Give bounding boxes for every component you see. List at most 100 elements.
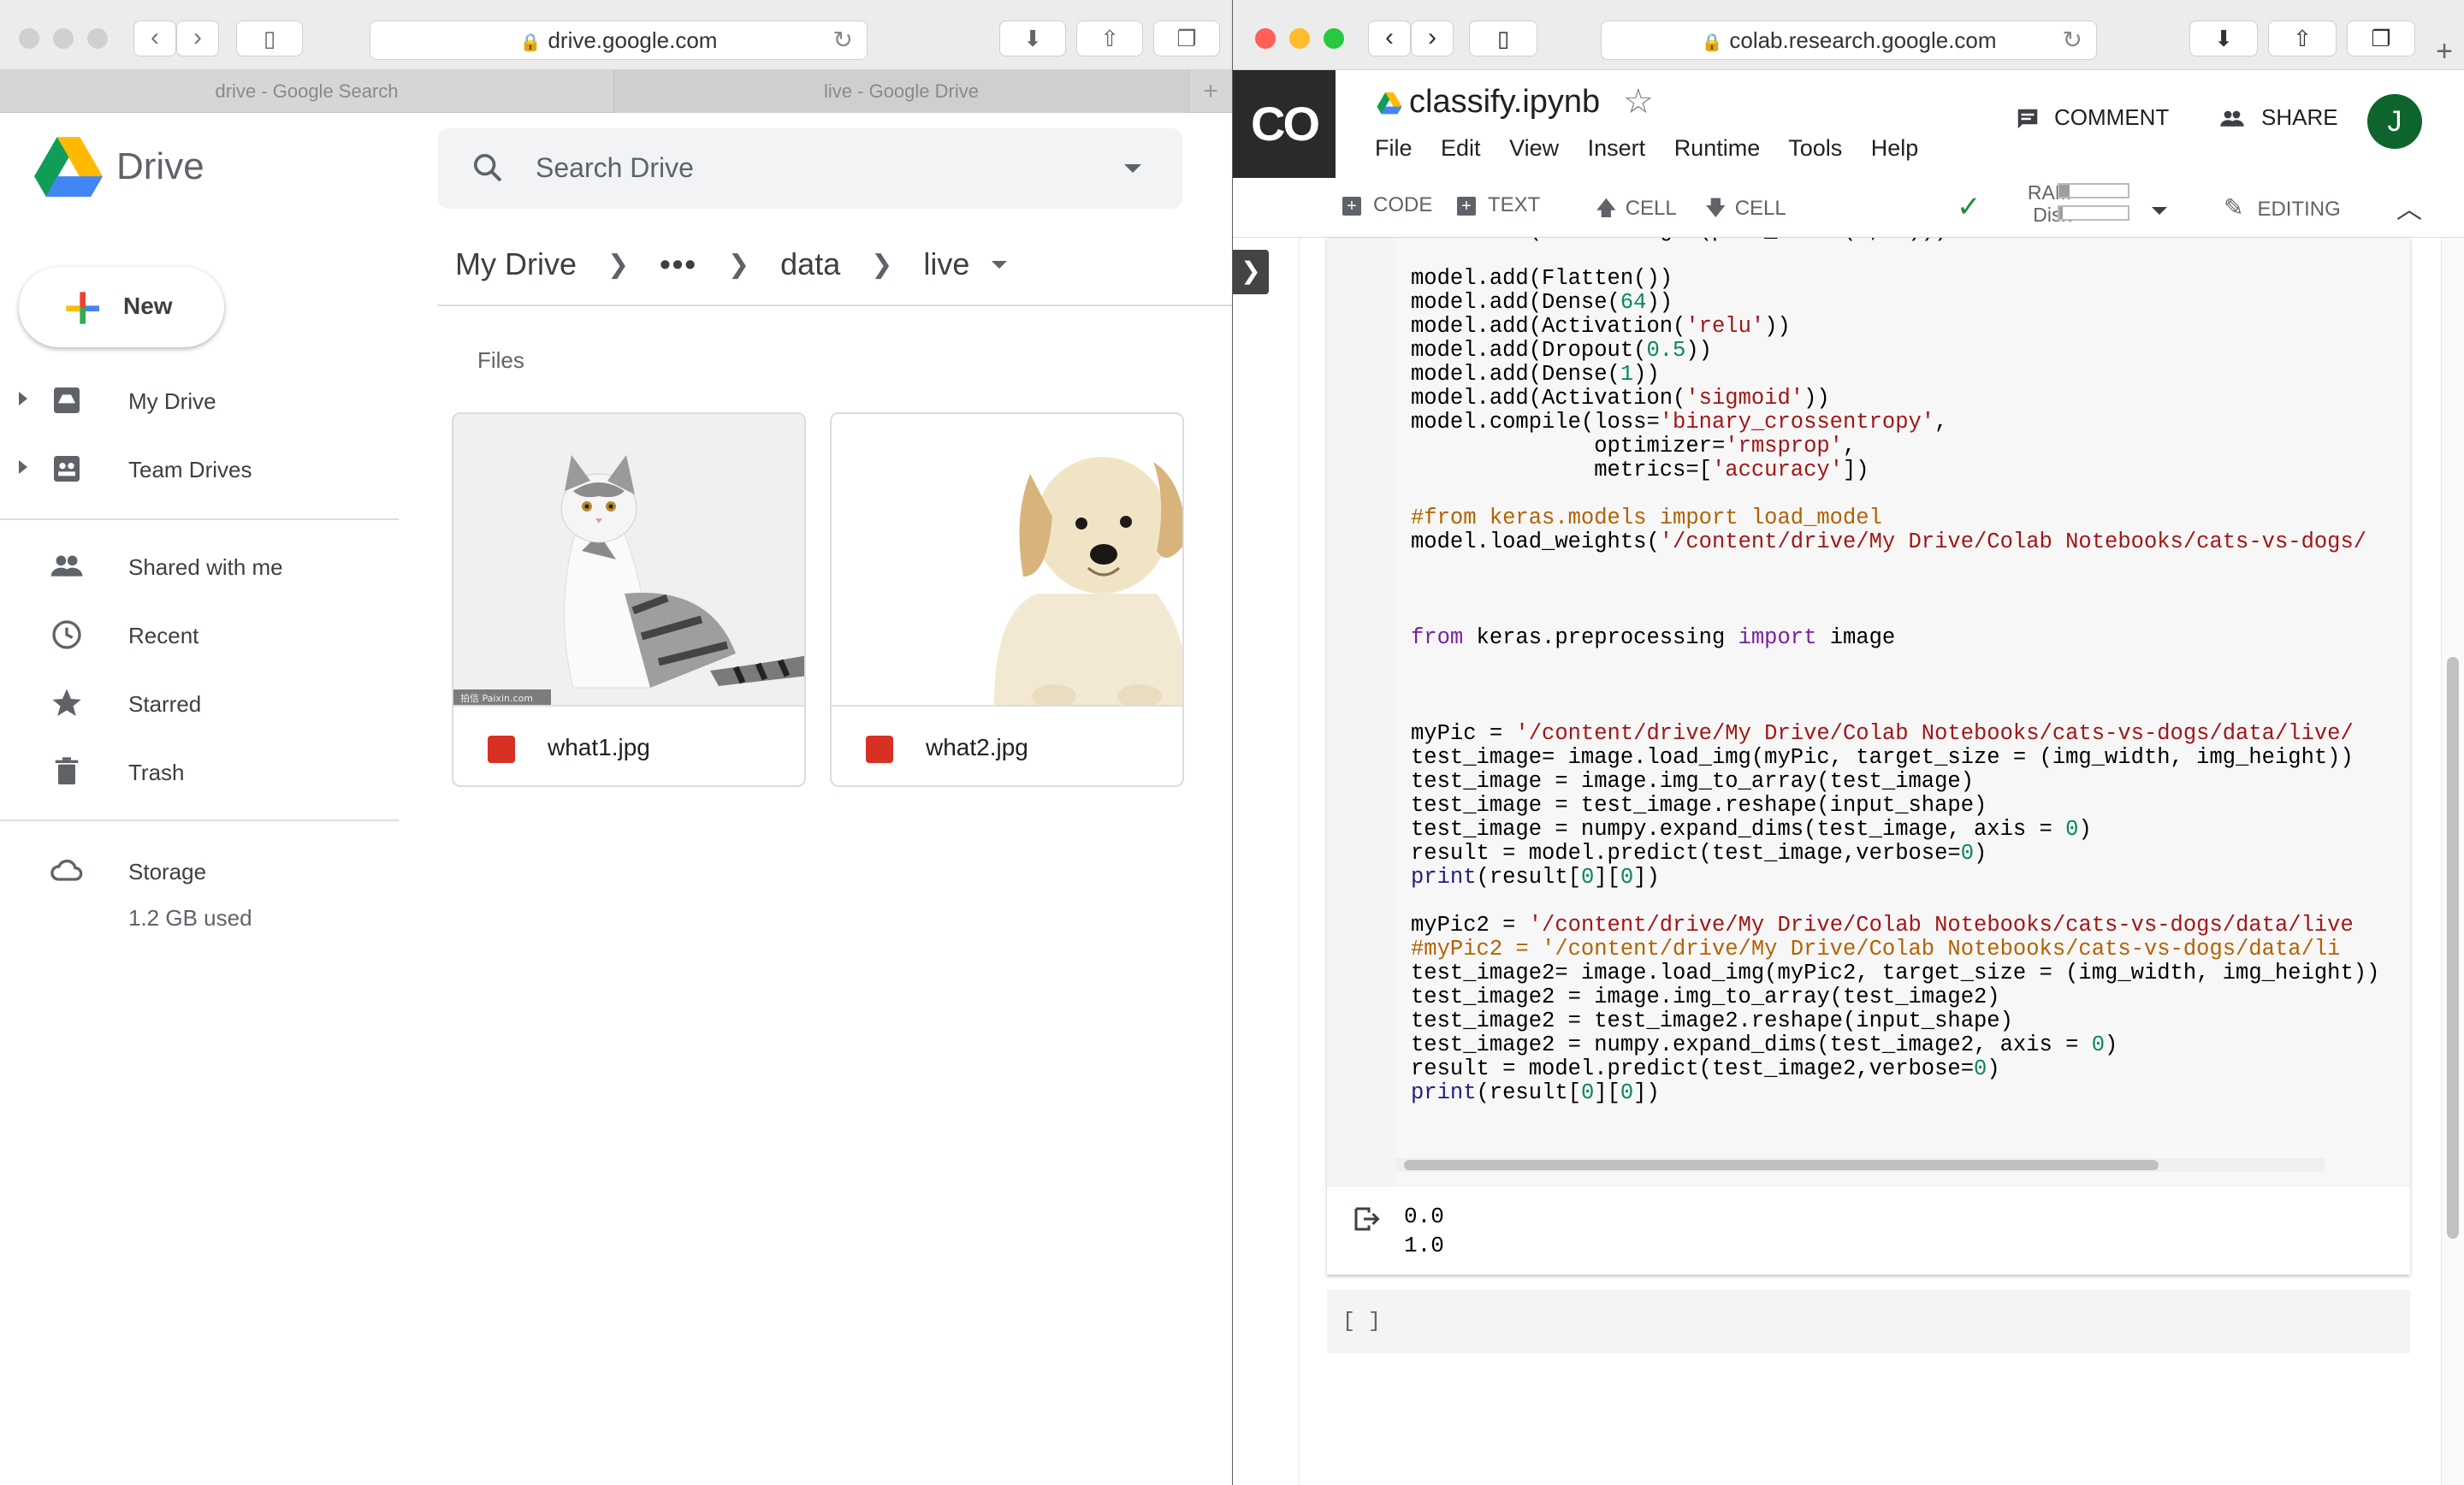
breadcrumb-more[interactable]: ••• [660, 246, 697, 282]
tabs-icon: ❐ [2371, 26, 2391, 51]
sidebar-item-my-drive[interactable]: My Drive [0, 366, 402, 435]
trash-icon [55, 757, 79, 784]
sidebar-item-shared-with-me[interactable]: Shared with me [0, 532, 402, 601]
tabs-icon: ❐ [1176, 26, 1197, 51]
scrollbar-thumb[interactable] [2447, 657, 2459, 1239]
move-cell-down-button[interactable]: 🡇 CELL [1705, 193, 1786, 228]
zoom-window-button[interactable] [1324, 28, 1344, 49]
notebook-title[interactable]: classify.ipynb [1377, 84, 1600, 121]
address-bar[interactable]: 🔒 drive.google.com ↻ [370, 21, 868, 60]
breadcrumb-data[interactable]: data [780, 246, 840, 282]
menu-runtime[interactable]: Runtime [1674, 135, 1761, 161]
search-options-icon[interactable] [1124, 164, 1141, 173]
breadcrumb-live[interactable]: live [923, 246, 969, 282]
reload-icon[interactable]: ↻ [833, 21, 853, 59]
menu-view[interactable]: View [1509, 135, 1559, 161]
expand-sidebar-button[interactable]: ❯ [1233, 250, 1269, 294]
sidebar-item-team-drives[interactable]: Team Drives [0, 435, 402, 503]
menu-tools[interactable]: Tools [1788, 135, 1842, 161]
menu-help[interactable]: Help [1871, 135, 1919, 161]
sidebar-item-storage[interactable]: Storage [0, 837, 402, 905]
cell-output: 0.0 1.0 [1327, 1186, 2410, 1275]
tabs-overview-button[interactable]: ❐ [1153, 21, 1220, 56]
vertical-scrollbar[interactable] [2441, 238, 2464, 1485]
close-window-button[interactable] [1255, 28, 1276, 49]
tab-live-drive[interactable]: live - Google Drive [614, 70, 1189, 113]
downloads-button[interactable]: ⬇ [2189, 21, 2258, 56]
file-card-what1[interactable]: 拍信 Paixin.com what1.jpg [452, 412, 806, 787]
breadcrumb: My Drive ❯ ••• ❯ data ❯ live [455, 245, 1008, 282]
new-tab-button[interactable]: + [2427, 34, 2461, 70]
sidebar-toggle-button[interactable]: ▯ [236, 21, 303, 56]
chevron-up-icon: ︿ [2396, 196, 2422, 224]
folder-menu-icon[interactable] [992, 260, 1008, 269]
move-down-label: CELL [1734, 197, 1786, 220]
new-tab-button[interactable]: + [1189, 70, 1232, 113]
horizontal-scrollbar[interactable] [1395, 1158, 2325, 1172]
sidebar-item-starred[interactable]: Starred [0, 669, 402, 737]
close-window-button[interactable] [19, 28, 39, 49]
sidebar-item-recent[interactable]: Recent [0, 601, 402, 669]
tabs-overview-button[interactable]: ❐ [2347, 21, 2415, 56]
share-label: SHARE [2261, 104, 2338, 130]
scrollbar-thumb[interactable] [1404, 1160, 2159, 1170]
expand-caret-icon[interactable] [19, 460, 27, 474]
code-content[interactable]: model.add(MaxPooling2D(pool_size=(2, 2))… [1411, 238, 2379, 1105]
editing-mode-button[interactable]: ✎ EDITING [2224, 193, 2341, 222]
star-icon[interactable]: ☆ [1623, 82, 1654, 121]
breadcrumb-my-drive[interactable]: My Drive [455, 246, 577, 282]
file-footer: what2.jpg [832, 705, 1182, 785]
add-text-cell-button[interactable]: + TEXT [1457, 193, 1540, 217]
output-line: 1.0 [1404, 1233, 1444, 1258]
sidebar-item-trash[interactable]: Trash [0, 737, 402, 806]
new-button-label: New [123, 293, 173, 319]
forward-button[interactable]: › [1411, 21, 1454, 56]
menu-insert[interactable]: Insert [1588, 135, 1646, 161]
code-editor[interactable]: model.add(MaxPooling2D(pool_size=(2, 2))… [1395, 238, 2410, 1186]
menu-file[interactable]: File [1375, 135, 1413, 161]
address-bar[interactable]: 🔒 colab.research.google.com ↻ [1601, 21, 2097, 60]
search-drive-bar[interactable]: Search Drive [438, 128, 1182, 209]
zoom-window-button[interactable] [87, 28, 108, 49]
resources-dropdown-button[interactable] [2152, 197, 2167, 221]
move-cell-up-button[interactable]: 🡅 CELL [1596, 193, 1677, 228]
search-input[interactable]: Search Drive [536, 152, 694, 184]
sidebar-toggle-button[interactable]: ▯ [1469, 21, 1537, 56]
cloud-icon [50, 859, 83, 881]
people-icon [2220, 110, 2244, 127]
cell-gutter [1327, 238, 1395, 1186]
share-icon: ⇧ [1100, 26, 1119, 51]
minimize-window-button[interactable] [1289, 28, 1310, 49]
url-text: drive.google.com [548, 27, 718, 53]
minimize-window-button[interactable] [53, 28, 74, 49]
new-button[interactable]: New [19, 267, 224, 347]
output-line: 0.0 [1404, 1204, 1444, 1229]
forward-button[interactable]: › [176, 21, 219, 56]
file-card-what2[interactable]: what2.jpg [830, 412, 1184, 787]
menu-edit[interactable]: Edit [1441, 135, 1481, 161]
share-page-button[interactable]: ⇧ [1076, 21, 1143, 56]
downloads-button[interactable]: ⬇ [999, 21, 1066, 56]
colab-logo[interactable]: CO [1233, 70, 1336, 178]
tab-drive-search[interactable]: drive - Google Search [0, 70, 614, 113]
collapse-header-button[interactable]: ︿ [2396, 188, 2422, 226]
add-code-cell-button[interactable]: + CODE [1342, 193, 1432, 217]
plus-icon: + [1342, 196, 1361, 216]
reload-icon[interactable]: ↻ [2063, 21, 2082, 59]
code-cell[interactable]: model.add(MaxPooling2D(pool_size=(2, 2))… [1327, 238, 2410, 1275]
share-button[interactable]: SHARE [2215, 104, 2338, 132]
sidebar-item-label: Recent [128, 623, 199, 648]
output-redirect-icon[interactable] [1351, 1204, 1382, 1234]
share-page-button[interactable]: ⇧ [2268, 21, 2337, 56]
back-button[interactable]: ‹ [1368, 21, 1411, 56]
chevron-left-icon: ‹ [151, 23, 159, 51]
avatar[interactable]: J [2367, 94, 2422, 149]
my-drive-icon [54, 388, 80, 413]
download-icon: ⬇ [1023, 26, 1042, 51]
comment-button[interactable]: COMMENT [2013, 104, 2169, 132]
back-button[interactable]: ‹ [133, 21, 176, 56]
colab-browser-window: ‹ › ▯ 🔒 colab.research.google.com ↻ ⬇ ⇧ ❐… [1233, 0, 2464, 1485]
empty-code-cell[interactable]: [ ] [1327, 1290, 2410, 1353]
cell-run-brackets[interactable]: [ ] [1342, 1309, 1381, 1334]
expand-caret-icon[interactable] [19, 392, 27, 405]
